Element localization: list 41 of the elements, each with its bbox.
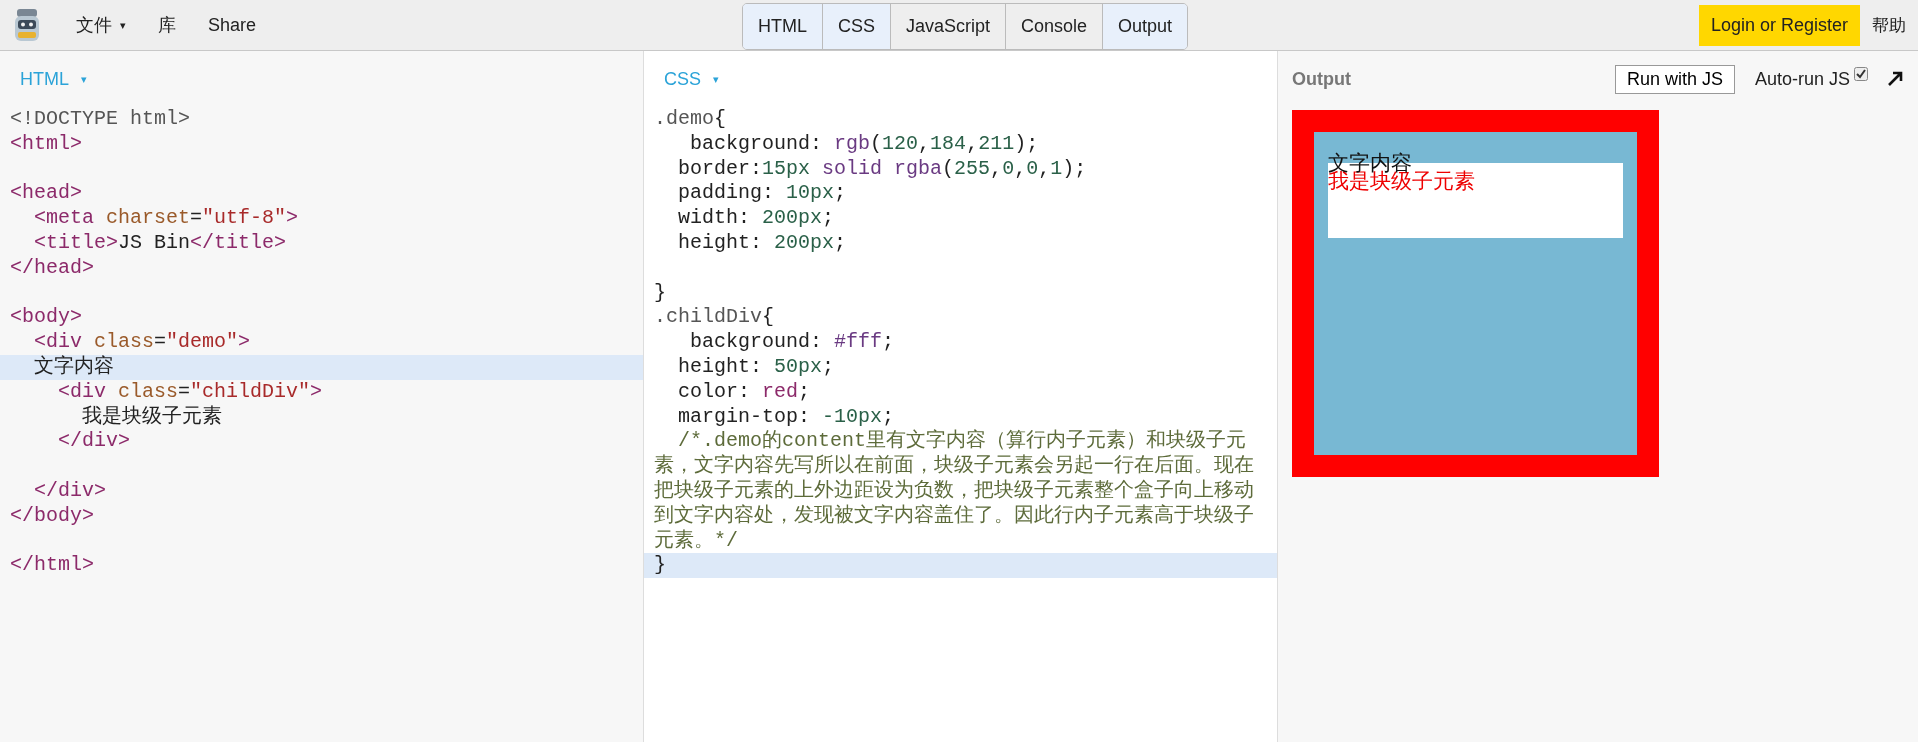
- code-line: }: [653, 280, 667, 306]
- code-line: </body>: [9, 503, 95, 529]
- code-line: background: #fff;: [689, 330, 896, 355]
- code-line: <!DOCTYPE html>: [9, 107, 192, 132]
- code-line: <head>: [9, 181, 83, 207]
- checkbox-label: Auto-run JS: [1754, 68, 1850, 90]
- code-line: <body>: [9, 305, 83, 331]
- code-line: </div>: [33, 478, 108, 504]
- checkbox[interactable]: [1854, 67, 1868, 81]
- code-line: <meta charset="utf-8">: [33, 206, 300, 231]
- code-line: <div class="demo">: [33, 330, 252, 355]
- login-button[interactable]: Login or Register: [1698, 4, 1860, 46]
- panel-title: Output: [1292, 68, 1352, 90]
- code-line: width: 200px;: [677, 206, 836, 231]
- code-line: /*.demo的content里有文字内容（算行内子元素）和块级子元素，文字内容先写所以在前面，块级子元素会另起一行在后面。现在把块级子元素的上外边距设为负数，把块级子元素整个盒子向上移动到文字内容处，发现被文字内容盖住了。因此行内子元素高于块级子元素。*/: [653, 429, 1255, 554]
- code-line: </html>: [9, 553, 95, 579]
- code-line: <title>JS Bin</title>: [33, 231, 288, 256]
- help-link[interactable]: 帮助: [1872, 13, 1918, 37]
- code-line: <html>: [9, 131, 83, 157]
- code-line: height: 50px;: [677, 354, 836, 380]
- panel-tab[interactable]: HTML: [742, 3, 823, 49]
- panel-tab[interactable]: Output: [1103, 3, 1188, 49]
- code-line: border:15px solid rgba(255,0,0,1);: [677, 156, 1088, 182]
- logo-icon[interactable]: [12, 7, 42, 43]
- library-menu[interactable]: 库: [142, 13, 192, 37]
- run-button[interactable]: Run with JS: [1614, 64, 1735, 94]
- code-line: padding: 10px;: [677, 181, 848, 207]
- code-line: margin-top: -10px;: [677, 404, 896, 430]
- file-menu[interactable]: 文件 ▾: [60, 13, 142, 37]
- panel-tab[interactable]: CSS: [822, 3, 891, 49]
- code-line: background: rgb(120,184,211);: [689, 131, 1040, 157]
- code-line: .childDiv{: [653, 305, 776, 331]
- code-line: color: red;: [677, 379, 812, 405]
- code-line: <div class="childDiv">: [57, 379, 324, 405]
- code-line: height: 200px;: [677, 231, 848, 256]
- code-line: </div>: [57, 429, 132, 455]
- share-menu[interactable]: Share: [192, 14, 273, 36]
- code-line: 我是块级子元素: [81, 404, 223, 430]
- expand-icon[interactable]: [1886, 70, 1904, 88]
- code-line: </head>: [9, 255, 95, 281]
- code-line: .demo{: [653, 107, 728, 132]
